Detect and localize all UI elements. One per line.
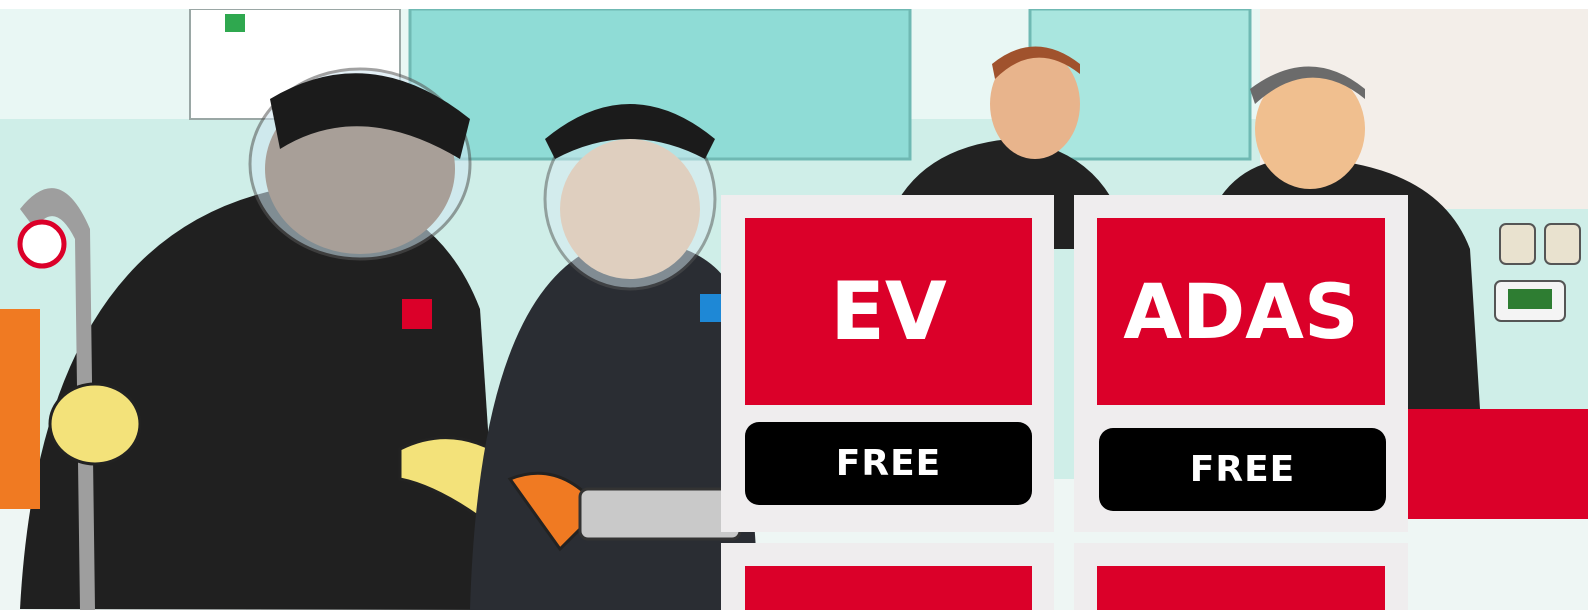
course-title: EV: [830, 265, 947, 358]
free-button[interactable]: FREE: [745, 422, 1032, 505]
course-card-ev[interactable]: EV FREE: [721, 195, 1054, 532]
course-title-tile[interactable]: [1097, 566, 1385, 610]
course-title: ADAS: [1123, 267, 1359, 356]
course-title-tile[interactable]: [745, 566, 1032, 610]
course-card-adas[interactable]: ADAS FREE: [1074, 195, 1408, 532]
course-title-tile[interactable]: EV: [745, 218, 1032, 405]
free-button[interactable]: FREE: [1099, 428, 1386, 511]
course-card-3[interactable]: [721, 543, 1054, 610]
hero-banner: EV FREE ADAS FREE: [0, 9, 1588, 610]
free-button-label: FREE: [1189, 449, 1296, 490]
free-button-label: FREE: [835, 443, 942, 484]
course-card-4[interactable]: [1074, 543, 1408, 610]
course-title-tile[interactable]: ADAS: [1097, 218, 1385, 405]
